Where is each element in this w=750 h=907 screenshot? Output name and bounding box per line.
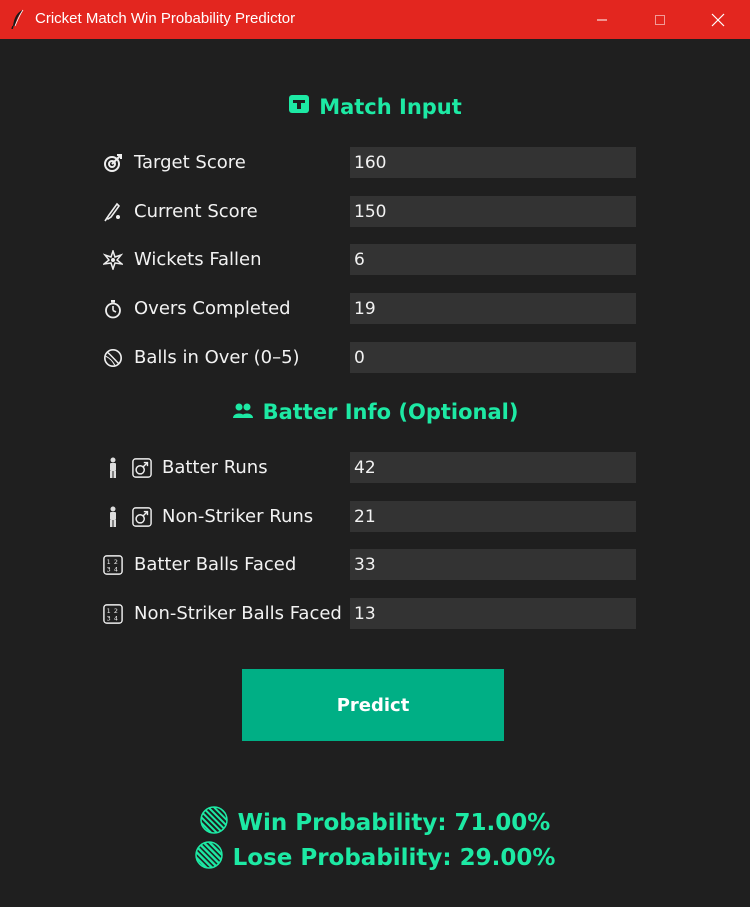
- calendar-icon: [288, 94, 310, 119]
- maximize-icon: [655, 14, 665, 25]
- non-striker-balls-faced-row: 1234 Non-Striker Balls Faced: [103, 598, 643, 630]
- target-icon: [103, 153, 123, 173]
- batter-runs-input[interactable]: [350, 452, 636, 483]
- target-score-label: Target Score: [134, 152, 246, 173]
- ball-icon: [103, 348, 123, 368]
- current-score-label: Current Score: [134, 201, 258, 222]
- lose-circle-icon: [194, 841, 223, 875]
- male-sign-icon: [132, 458, 152, 478]
- non-striker-runs-input[interactable]: [350, 501, 636, 532]
- svg-text:4: 4: [114, 566, 118, 573]
- svg-text:1: 1: [107, 608, 111, 615]
- win-probability: Win Probability: 71.00%: [0, 806, 750, 840]
- batter-runs-row: Batter Runs: [103, 452, 643, 484]
- svg-text:4: 4: [114, 615, 118, 622]
- overs-completed-input[interactable]: [350, 293, 636, 324]
- people-icon: [232, 400, 254, 424]
- svg-text:2: 2: [114, 608, 118, 615]
- predict-button[interactable]: Predict: [242, 669, 504, 741]
- title-bar: Cricket Match Win Probability Predictor: [0, 0, 750, 39]
- match-input-heading: Match Input: [0, 94, 750, 119]
- lose-probability-text: Lose Probability: 29.00%: [232, 845, 556, 871]
- window-title: Cricket Match Win Probability Predictor: [35, 10, 296, 27]
- target-score-input[interactable]: [350, 147, 636, 178]
- win-probability-text: Win Probability: 71.00%: [237, 810, 551, 836]
- feather-icon: [10, 9, 26, 30]
- batter-figure-icon: [107, 506, 119, 527]
- burst-icon: [103, 250, 123, 270]
- batter-runs-label: Batter Runs: [162, 457, 268, 478]
- wickets-fallen-input[interactable]: [350, 244, 636, 275]
- lose-probability: Lose Probability: 29.00%: [0, 841, 750, 875]
- close-icon: [711, 13, 725, 26]
- bat-icon: [103, 202, 123, 222]
- numbers-icon: 1234: [103, 555, 123, 575]
- current-score-row: Current Score: [103, 196, 643, 228]
- overs-completed-row: Overs Completed: [103, 293, 643, 325]
- male-sign-icon: [132, 507, 152, 527]
- close-button[interactable]: [689, 0, 747, 39]
- target-score-row: Target Score: [103, 147, 643, 179]
- numbers-icon: 1234: [103, 604, 123, 624]
- batter-figure-icon: [107, 457, 119, 478]
- stopwatch-icon: [103, 299, 123, 319]
- current-score-input[interactable]: [350, 196, 636, 227]
- non-striker-runs-row: Non-Striker Runs: [103, 501, 643, 533]
- wickets-fallen-label: Wickets Fallen: [134, 249, 262, 270]
- batter-balls-faced-row: 1234 Batter Balls Faced: [103, 549, 643, 581]
- non-striker-balls-faced-input[interactable]: [350, 598, 636, 629]
- balls-in-over-label: Balls in Over (0–5): [134, 347, 300, 368]
- minimize-icon: [597, 19, 607, 20]
- non-striker-runs-label: Non-Striker Runs: [162, 506, 314, 527]
- batter-balls-faced-label: Batter Balls Faced: [134, 554, 297, 575]
- maximize-button[interactable]: [631, 0, 689, 39]
- batter-info-title: Batter Info (Optional): [262, 400, 519, 424]
- wickets-fallen-row: Wickets Fallen: [103, 244, 643, 276]
- batter-balls-faced-input[interactable]: [350, 549, 636, 580]
- match-input-title: Match Input: [319, 94, 462, 119]
- svg-text:3: 3: [107, 566, 111, 573]
- non-striker-balls-faced-label: Non-Striker Balls Faced: [134, 603, 342, 624]
- balls-in-over-row: Balls in Over (0–5): [103, 342, 643, 374]
- overs-completed-label: Overs Completed: [134, 298, 291, 319]
- svg-text:2: 2: [114, 559, 118, 566]
- svg-text:1: 1: [107, 559, 111, 566]
- svg-text:3: 3: [107, 615, 111, 622]
- batter-info-heading: Batter Info (Optional): [0, 400, 750, 424]
- minimize-button[interactable]: [573, 0, 631, 39]
- balls-in-over-input[interactable]: [350, 342, 636, 373]
- win-circle-icon: [199, 806, 228, 840]
